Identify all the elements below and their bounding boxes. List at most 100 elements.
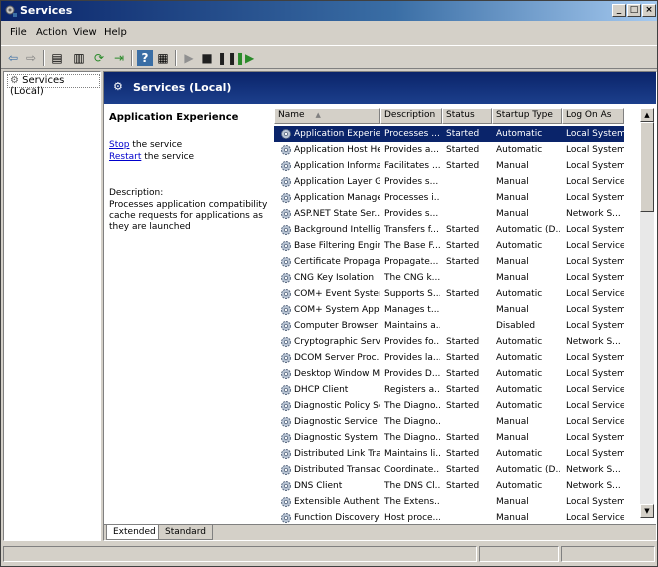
refresh-icon[interactable]: ⟳ xyxy=(91,50,107,66)
menu-file[interactable]: File xyxy=(10,27,27,38)
cell-description: Manages t... xyxy=(384,305,440,315)
stop-service-link[interactable]: Stop xyxy=(109,140,129,150)
service-row[interactable]: DNS Client The DNS Cl... Started Automatic N… xyxy=(274,478,624,494)
service-row[interactable]: DHCP Client Registers a... Started Automati… xyxy=(274,382,624,398)
scrollbar-thumb[interactable] xyxy=(640,122,654,212)
menu-action[interactable]: Action xyxy=(36,27,67,38)
cell-log-on-as: Local Service xyxy=(566,401,624,411)
service-row[interactable]: Extensible Authenti... The Extens... Manua… xyxy=(274,494,624,510)
service-gear-icon xyxy=(281,273,291,283)
cell-status: Started xyxy=(446,401,480,411)
service-row[interactable]: Application Experie... Processes ... Start… xyxy=(274,126,624,142)
cell-description: Supports S... xyxy=(384,289,440,299)
service-gear-icon xyxy=(281,241,291,251)
service-row[interactable]: Background Intellig... Transfers f... Star… xyxy=(274,222,624,238)
cell-name: Base Filtering Engine xyxy=(294,241,380,251)
service-row[interactable]: Diagnostic Policy Se... The Diagno... Star… xyxy=(274,398,624,414)
cell-status: Started xyxy=(446,257,480,267)
cell-startup-type: Manual xyxy=(496,209,529,219)
service-row[interactable]: Computer Browser Maintains a... Disabled Lo… xyxy=(274,318,624,334)
service-gear-icon xyxy=(281,497,291,507)
menu-view[interactable]: View xyxy=(73,27,97,38)
service-row[interactable]: ASP.NET State Ser... Provides s... Manual N… xyxy=(274,206,624,222)
cell-description: The DNS Cl... xyxy=(384,481,440,491)
service-gear-icon xyxy=(281,465,291,475)
title-bar[interactable]: Services _ □ × xyxy=(1,1,657,21)
view-tabs: Extended Standard xyxy=(104,524,656,540)
minimize-button[interactable]: _ xyxy=(612,4,626,17)
service-row[interactable]: Distributed Link Tra... Maintains li... St… xyxy=(274,446,624,462)
service-row[interactable]: Application Layer G... Provides s... Manua… xyxy=(274,174,624,190)
service-row[interactable]: Application Manage... Processes i... Manua… xyxy=(274,190,624,206)
service-row[interactable]: Certificate Propaga... Propagate... Starte… xyxy=(274,254,624,270)
pause-service-icon[interactable]: ❚❚ xyxy=(217,50,237,66)
restart-service-link[interactable]: Restart xyxy=(109,152,141,162)
cell-name: Computer Browser xyxy=(294,321,379,331)
service-row[interactable]: Cryptographic Serv... Provides fo... Start… xyxy=(274,334,624,350)
tree-item-services-local[interactable]: ⚙ Services (Local) xyxy=(7,74,100,97)
column-header-description[interactable]: Description xyxy=(380,108,442,124)
services-gear-icon: ⚙ xyxy=(113,80,123,93)
service-row[interactable]: Desktop Window M... Provides D... Started A… xyxy=(274,366,624,382)
tab-standard[interactable]: Standard xyxy=(158,525,213,540)
cell-startup-type: Manual xyxy=(496,305,529,315)
service-gear-icon xyxy=(281,209,291,219)
service-row[interactable]: Base Filtering Engine The Base F... Starte… xyxy=(274,238,624,254)
service-row[interactable]: Application Informa... Facilitates ... Sta… xyxy=(274,158,624,174)
cell-description: Facilitates ... xyxy=(384,161,440,171)
menu-bar: File Action View Help xyxy=(1,23,657,43)
service-row[interactable]: COM+ System Appl... Manages t... Manual Loc… xyxy=(274,302,624,318)
back-arrow-icon[interactable]: ⇦ xyxy=(5,50,21,66)
scroll-up-arrow-icon[interactable]: ▲ xyxy=(640,108,654,122)
stop-line: Stop the service xyxy=(109,140,182,150)
service-row[interactable]: Diagnostic Service ... The Diagno... Manua… xyxy=(274,414,624,430)
service-row[interactable]: Distributed Transac... Coordinate... Start… xyxy=(274,462,624,478)
forward-arrow-icon[interactable]: ⇨ xyxy=(23,50,39,66)
close-button[interactable]: × xyxy=(642,4,656,17)
cell-log-on-as: Local System xyxy=(566,305,624,315)
stop-service-icon[interactable]: ■ xyxy=(199,50,215,66)
column-header-name[interactable]: Name ▲ xyxy=(274,108,380,124)
cell-status: Started xyxy=(446,129,480,139)
vertical-scrollbar[interactable]: ▲ ▼ xyxy=(640,108,654,518)
cell-name: Application Manage... xyxy=(294,193,380,203)
restart-service-icon[interactable]: ❚▶ xyxy=(235,50,254,66)
properties-icon[interactable]: ▥ xyxy=(71,50,87,66)
description-label: Description: xyxy=(109,188,164,198)
cell-name: Diagnostic Policy Se... xyxy=(294,401,380,411)
cell-description: Maintains li... xyxy=(384,449,440,459)
service-row[interactable]: Diagnostic System ... The Diagno... Starte… xyxy=(274,430,624,446)
cell-description: The Base F... xyxy=(384,241,440,251)
help-icon[interactable]: ? xyxy=(137,50,153,66)
cell-log-on-as: Network S... xyxy=(566,465,621,475)
menu-help[interactable]: Help xyxy=(104,27,127,38)
column-header-log-on-as[interactable]: Log On As xyxy=(562,108,624,124)
column-header-startup-type[interactable]: Startup Type xyxy=(492,108,562,124)
cell-startup-type: Manual xyxy=(496,497,529,507)
cell-name: Application Informa... xyxy=(294,161,380,171)
maximize-button[interactable]: □ xyxy=(627,4,641,17)
show-hide-tree-icon[interactable]: ▤ xyxy=(49,50,65,66)
cell-status: Started xyxy=(446,161,480,171)
action-pane-icon[interactable]: ▦ xyxy=(155,50,171,66)
main-pane: ⚙ Services (Local) Application Experienc… xyxy=(103,71,657,541)
header-banner: ⚙ Services (Local) xyxy=(104,72,656,104)
column-header-status[interactable]: Status xyxy=(442,108,492,124)
scroll-down-arrow-icon[interactable]: ▼ xyxy=(640,504,654,518)
cell-description: The Diagno... xyxy=(384,433,440,443)
cell-log-on-as: Local Service xyxy=(566,385,624,395)
cell-status: Started xyxy=(446,289,480,299)
tab-extended[interactable]: Extended xyxy=(106,525,163,540)
service-gear-icon xyxy=(281,225,291,235)
service-row[interactable]: CNG Key Isolation The CNG k... Manual Local… xyxy=(274,270,624,286)
service-gear-icon xyxy=(281,369,291,379)
cell-status: Started xyxy=(446,337,480,347)
service-row[interactable]: COM+ Event System Supports S... Started Aut… xyxy=(274,286,624,302)
cell-name: Diagnostic Service ... xyxy=(294,417,380,427)
cell-description: Provides la... xyxy=(384,353,440,363)
cell-name: CNG Key Isolation xyxy=(294,273,375,283)
export-list-icon[interactable]: ⇥ xyxy=(111,50,127,66)
service-row[interactable]: DCOM Server Proc... Provides la... Started… xyxy=(274,350,624,366)
start-service-icon[interactable]: ▶ xyxy=(181,50,197,66)
service-row[interactable]: Application Host He... Provides a... Start… xyxy=(274,142,624,158)
